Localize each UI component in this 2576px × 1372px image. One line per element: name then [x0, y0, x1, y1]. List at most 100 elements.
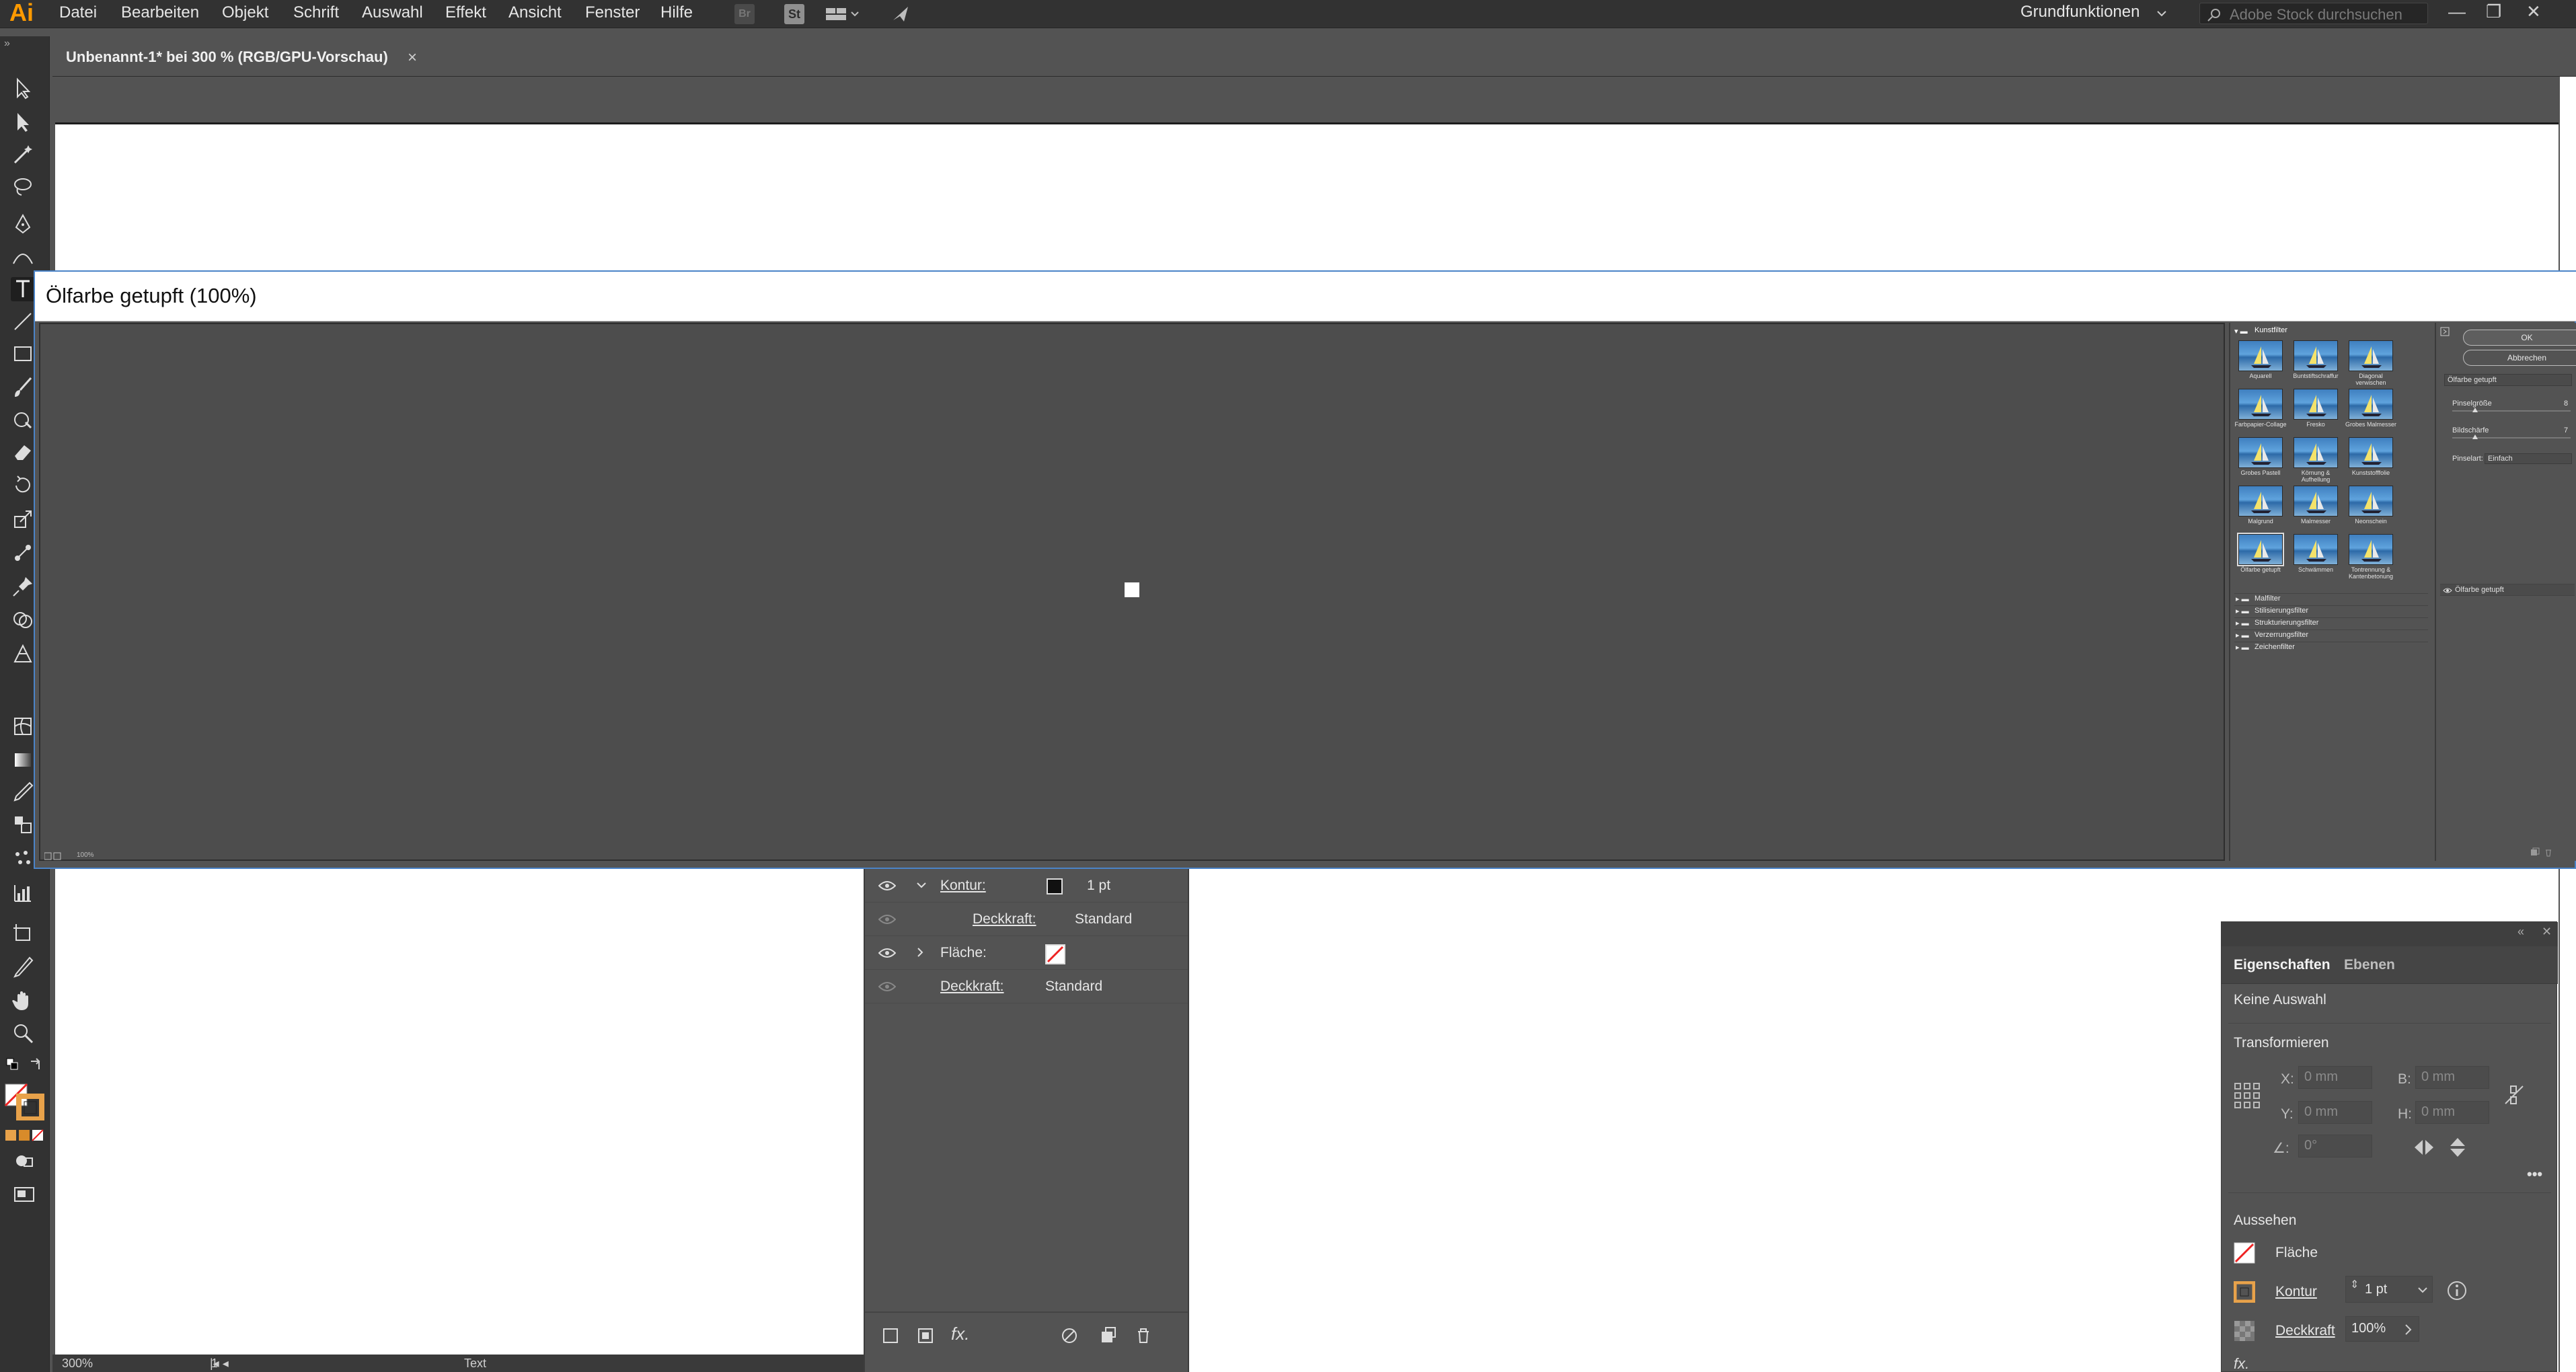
tab-properties[interactable]: Eigenschaften [2234, 957, 2331, 973]
pin-tool-icon[interactable] [11, 574, 35, 599]
stepper-icon[interactable]: ⇕ [2350, 1278, 2359, 1291]
eyedropper-tool-icon[interactable] [11, 780, 35, 804]
fill-label[interactable]: Fläche: [940, 945, 987, 961]
filter-category[interactable]: Malfilter [2255, 595, 2281, 603]
column-graph-tool-icon[interactable] [11, 881, 35, 905]
type-tool-icon[interactable] [11, 277, 35, 301]
brush-type-select[interactable]: Einfach [2485, 453, 2572, 464]
zoom-level[interactable]: 300% [62, 1357, 93, 1371]
opacity-icon[interactable] [2234, 1320, 2255, 1342]
param-value-1[interactable]: 7 [2564, 426, 2568, 434]
flip-vertical-icon[interactable] [2448, 1136, 2468, 1159]
opacity-field[interactable]: 100% [2345, 1316, 2419, 1342]
direct-selection-tool-icon[interactable] [11, 110, 35, 135]
screen-mode-icon[interactable] [12, 1182, 34, 1204]
stroke-weight-field[interactable]: ⇕ 1 pt [2345, 1276, 2433, 1303]
trash-icon[interactable] [1134, 1326, 1153, 1345]
hand-tool-icon[interactable] [11, 989, 35, 1013]
param-slider-0[interactable] [2452, 410, 2571, 412]
selection-tool-icon[interactable] [11, 77, 35, 101]
menu-datei[interactable]: Datei [59, 3, 97, 22]
menu-hilfe[interactable]: Hilfe [660, 3, 693, 22]
filter-thumbnail[interactable] [2294, 389, 2338, 420]
swap-colors-icon[interactable] [28, 1057, 44, 1073]
filter-thumbnail[interactable] [2349, 534, 2393, 565]
stroke-weight-value[interactable]: 1 pt [1087, 878, 1110, 894]
new-effect-layer-icon[interactable] [2530, 847, 2540, 857]
collapse-icon[interactable]: » [4, 38, 10, 50]
puppet-warp-tool-icon[interactable] [11, 541, 35, 565]
folder-icon[interactable]: ▸ ▬ [2236, 595, 2249, 603]
close-window-icon[interactable]: ✕ [2526, 1, 2541, 22]
stroke-swatch-icon[interactable] [2234, 1281, 2255, 1303]
eraser-tool-icon[interactable] [11, 440, 35, 464]
info-icon[interactable] [2446, 1280, 2468, 1301]
close-tab-icon[interactable]: × [408, 48, 417, 67]
shape-builder-tool-icon[interactable] [11, 608, 35, 632]
restore-icon[interactable]: ❐ [2486, 1, 2501, 22]
line-tool-icon[interactable] [11, 309, 35, 334]
param-slider-1[interactable] [2452, 437, 2571, 439]
folder-icon[interactable]: ▸ ▬ [2236, 607, 2249, 615]
stock-search-input[interactable]: Adobe Stock durchsuchen [2199, 3, 2428, 24]
duplicate-item-icon[interactable] [1099, 1326, 1118, 1345]
appearance-row-stroke-opacity[interactable]: Deckkraft: Standard [865, 903, 1188, 936]
folder-icon[interactable]: ▸ ▬ [2236, 631, 2249, 640]
filter-category[interactable]: Stilisierungsfilter [2255, 607, 2308, 615]
default-colors-icon[interactable] [5, 1057, 22, 1073]
toggle-gallery-icon[interactable] [2440, 327, 2450, 336]
filter-thumbnail[interactable] [2294, 437, 2338, 468]
filter-thumbnail[interactable] [2349, 486, 2393, 517]
constrain-proportions-icon[interactable] [2503, 1083, 2526, 1106]
magic-wand-tool-icon[interactable] [11, 143, 35, 167]
delete-effect-layer-icon[interactable] [2544, 847, 2553, 857]
menu-schrift[interactable]: Schrift [293, 3, 339, 22]
gpu-performance-icon[interactable] [891, 4, 911, 24]
appearance-row-opacity[interactable]: Deckkraft: Standard [865, 970, 1188, 1003]
artboard-number[interactable]: 1 [211, 1357, 218, 1371]
filter-category[interactable]: Zeichenfilter [2255, 643, 2295, 651]
workspace-switcher[interactable]: Grundfunktionen [2020, 3, 2139, 22]
shaper-tool-icon[interactable] [11, 408, 35, 432]
fx-icon[interactable]: fx. [2234, 1355, 2249, 1372]
appearance-row-fill[interactable]: Fläche: [865, 936, 1188, 970]
scale-tool-icon[interactable] [11, 507, 35, 531]
filter-thumbnail[interactable] [2294, 486, 2338, 517]
menu-objekt[interactable]: Objekt [222, 3, 268, 22]
stroke-opacity-label[interactable]: Deckkraft: [973, 911, 1036, 927]
minimize-icon[interactable]: — [2448, 1, 2466, 22]
filter-thumbnail[interactable] [2238, 437, 2283, 468]
pen-tool-icon[interactable] [11, 213, 35, 237]
fill-swatch-icon[interactable] [2234, 1242, 2255, 1264]
filter-category[interactable]: Strukturierungsfilter [2255, 619, 2318, 627]
cancel-button[interactable]: Abbrechen [2463, 350, 2576, 366]
appearance-row-stroke[interactable]: Kontur: 1 pt [865, 869, 1188, 903]
filter-thumbnail[interactable] [2238, 486, 2283, 517]
category-kunstfilter[interactable]: Kunstfilter [2255, 326, 2287, 334]
curvature-tool-icon[interactable] [11, 245, 35, 269]
y-field[interactable]: 0 mm [2298, 1101, 2372, 1124]
folder-icon[interactable]: ▸ ▬ [2236, 643, 2249, 652]
clear-appearance-icon[interactable] [1060, 1326, 1079, 1345]
h-field[interactable]: 0 mm [2415, 1101, 2489, 1124]
ok-button[interactable]: OK [2463, 330, 2576, 346]
menu-bearbeiten[interactable]: Bearbeiten [121, 3, 199, 22]
artboard-tool-icon[interactable] [11, 921, 35, 946]
paintbrush-tool-icon[interactable] [11, 375, 35, 399]
more-options-icon[interactable]: ••• [2527, 1166, 2542, 1183]
x-field[interactable]: 0 mm [2298, 1066, 2372, 1089]
fill-label[interactable]: Fläche [2275, 1245, 2318, 1261]
angle-field[interactable]: 0° [2298, 1135, 2372, 1157]
filter-category[interactable]: Verzerrungsfilter [2255, 631, 2308, 639]
param-slider-thumb-0[interactable] [2472, 408, 2478, 412]
rotate-tool-icon[interactable] [11, 473, 35, 498]
param-value-0[interactable]: 8 [2564, 399, 2568, 408]
param-slider-thumb-1[interactable] [2472, 434, 2478, 439]
add-stroke-icon[interactable] [881, 1326, 900, 1345]
filter-preview[interactable] [39, 323, 2225, 861]
mesh-tool-icon[interactable] [11, 714, 35, 738]
filter-thumbnail[interactable] [2349, 389, 2393, 420]
arrange-documents-icon[interactable] [825, 4, 865, 24]
category-open-icon[interactable]: ▾ ▬ [2234, 327, 2248, 336]
fill-stroke-swatch[interactable] [4, 1083, 46, 1122]
